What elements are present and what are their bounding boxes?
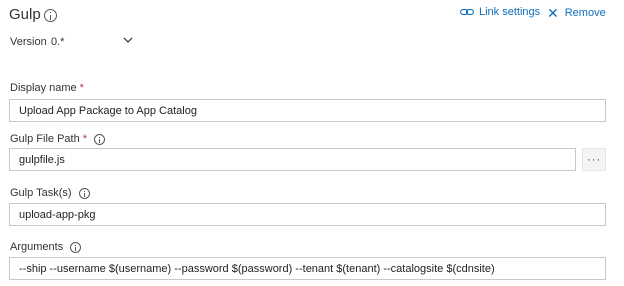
gulp-tasks-label: Gulp Task(s) [10,187,90,199]
title-info-icon[interactable] [44,9,57,22]
remove-button[interactable]: ✕ Remove [547,6,606,20]
close-icon: ✕ [547,5,559,21]
display-name-label: Display name * [10,82,84,94]
gulp-tasks-value: upload-app-pkg [19,208,96,221]
link-settings-button[interactable]: Link settings [460,6,540,18]
version-label: Version [10,36,47,48]
gulp-file-path-input[interactable]: gulpfile.js [9,148,576,171]
link-icon [460,9,474,15]
display-name-value: Upload App Package to App Catalog [19,104,197,117]
info-icon[interactable] [93,133,105,145]
info-icon[interactable] [70,241,82,253]
required-marker: * [79,82,84,94]
browse-button[interactable]: ··· [582,148,606,171]
task-title: Gulp [9,6,41,23]
required-marker: * [82,133,87,145]
remove-label: Remove [564,7,606,19]
arguments-value: --ship --username $(username) --password… [19,262,495,275]
gulp-file-path-label: Gulp File Path * [10,133,105,145]
gulp-tasks-input[interactable]: upload-app-pkg [9,203,606,226]
arguments-input[interactable]: --ship --username $(username) --password… [9,257,606,280]
chevron-down-icon[interactable] [122,35,134,45]
gulp-file-path-value: gulpfile.js [19,153,65,166]
display-name-input[interactable]: Upload App Package to App Catalog [9,99,606,122]
display-name-label-text: Display name [10,82,77,94]
info-icon[interactable] [78,187,90,199]
arguments-label: Arguments [10,241,82,253]
link-settings-label: Link settings [479,6,541,18]
gulp-tasks-label-text: Gulp Task(s) [10,187,72,199]
more-icon: ··· [587,153,601,166]
version-value[interactable]: 0.* [51,36,64,48]
arguments-label-text: Arguments [10,241,64,253]
gulp-file-path-label-text: Gulp File Path [10,133,80,145]
